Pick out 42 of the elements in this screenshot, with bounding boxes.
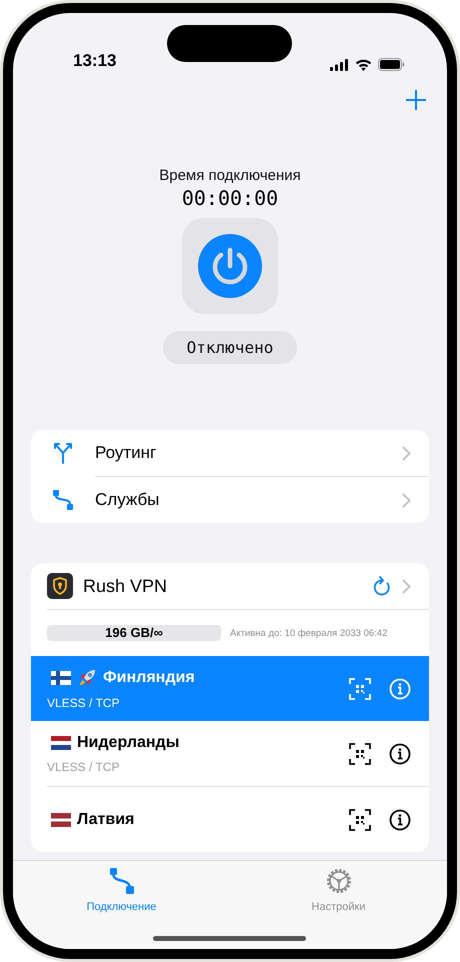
power-button[interactable] bbox=[182, 218, 278, 314]
subscription-header[interactable]: Rush VPN bbox=[31, 563, 429, 609]
flag-icon bbox=[51, 736, 71, 750]
server-name: Финляндия bbox=[103, 668, 195, 686]
wifi-icon bbox=[355, 58, 372, 70]
refresh-icon[interactable] bbox=[372, 576, 390, 596]
connection-timer: 00:00:00 bbox=[182, 186, 278, 210]
info-icon[interactable] bbox=[389, 808, 411, 830]
server-name: Латвия bbox=[77, 810, 134, 828]
routing-icon bbox=[52, 442, 74, 464]
rocket-icon bbox=[77, 668, 97, 688]
status-button[interactable]: Отключено bbox=[162, 331, 298, 364]
signal-icon bbox=[330, 58, 349, 70]
menu-item[interactable]: Роутинг bbox=[31, 430, 429, 476]
menu-label: Роутинг bbox=[95, 443, 158, 463]
chevron-icon bbox=[402, 446, 411, 460]
menu-label: Службы bbox=[95, 490, 160, 510]
flag-icon bbox=[51, 812, 71, 826]
chevron-icon bbox=[402, 492, 411, 508]
flag-icon bbox=[51, 670, 71, 684]
qr-code-icon[interactable] bbox=[349, 808, 371, 830]
server-row[interactable]: Нидерланды VLESS / TCP bbox=[31, 721, 429, 786]
path-icon bbox=[52, 489, 74, 511]
chevron-icon bbox=[402, 578, 411, 594]
connection-time-label: Время подключения bbox=[159, 167, 301, 184]
path-icon bbox=[108, 867, 134, 895]
power-icon bbox=[197, 233, 263, 299]
traffic-usage: 196 GB/∞ bbox=[47, 625, 221, 641]
menu-item[interactable]: Службы bbox=[31, 477, 429, 523]
server-protocol: VLESS / TCP bbox=[47, 760, 120, 774]
gear-icon bbox=[324, 867, 352, 895]
server-name: Нидерланды bbox=[77, 734, 180, 752]
status-time: 13:13 bbox=[73, 51, 116, 71]
expiry-date: Активна до: 10 февраля 2033 06:42 bbox=[230, 628, 388, 638]
add-icon[interactable] bbox=[405, 89, 427, 111]
server-row[interactable]: Латвия bbox=[31, 787, 429, 852]
qr-code-icon[interactable] bbox=[349, 742, 371, 764]
battery-icon bbox=[378, 58, 405, 71]
subscription-name: Rush VPN bbox=[83, 576, 168, 596]
info-icon[interactable] bbox=[389, 742, 411, 764]
shield-icon bbox=[47, 573, 73, 599]
server-protocol: VLESS / TCP bbox=[47, 696, 120, 710]
